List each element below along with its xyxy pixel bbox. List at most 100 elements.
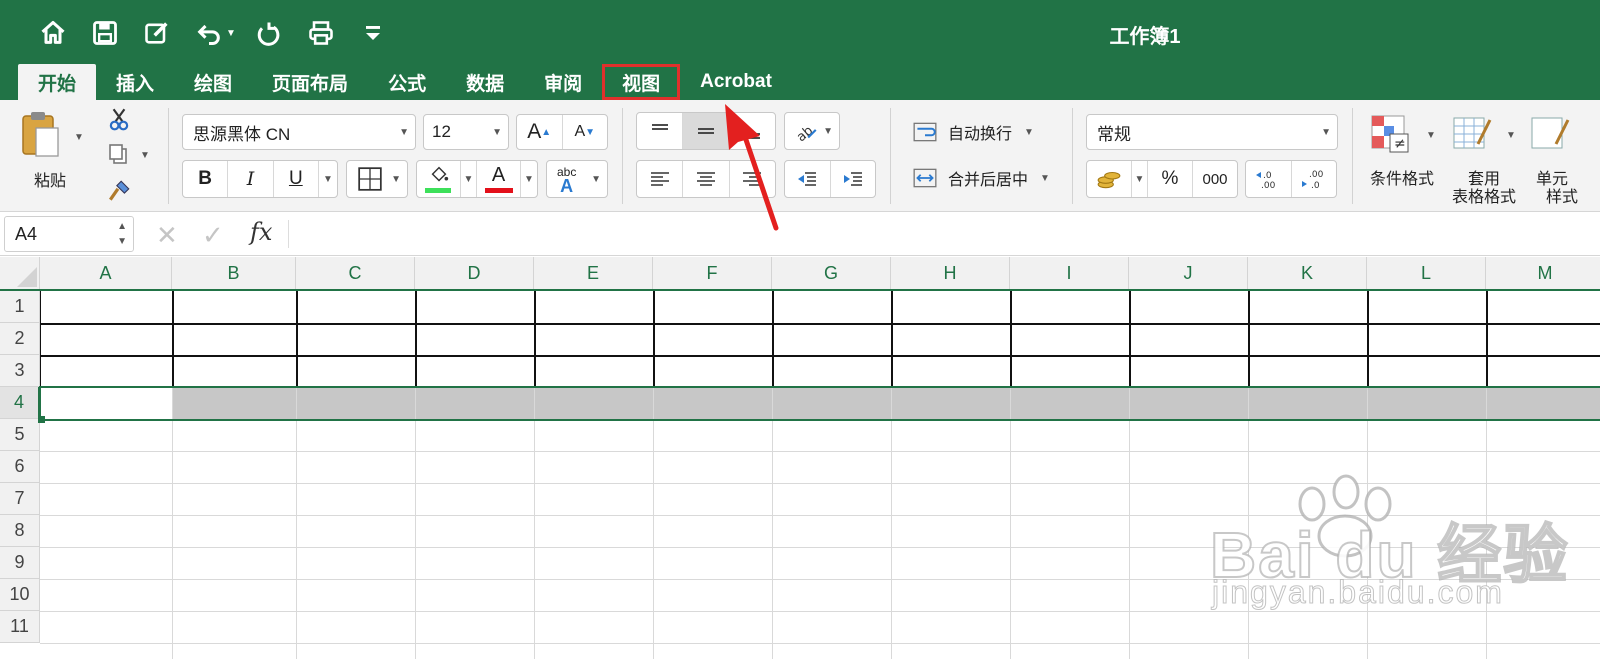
row-header-9[interactable]: 9 xyxy=(0,547,40,579)
row-header-10[interactable]: 10 xyxy=(0,579,40,611)
tab-acrobat[interactable]: Acrobat xyxy=(680,64,792,100)
tab-data[interactable]: 数据 xyxy=(446,64,524,100)
increase-decimal-button[interactable]: .0.00 xyxy=(1246,161,1292,197)
edit-icon[interactable] xyxy=(142,18,172,48)
column-header-d[interactable]: D xyxy=(415,257,534,289)
redo-icon[interactable] xyxy=(254,18,284,48)
decrease-decimal-button[interactable]: .00.0 xyxy=(1292,161,1337,197)
format-as-table-button[interactable]: ▼ 套用 表格格式 xyxy=(1446,110,1522,210)
column-header-g[interactable]: G xyxy=(772,257,891,289)
undo-icon[interactable] xyxy=(194,18,224,48)
decrease-font-size-button[interactable]: A ▼ xyxy=(563,115,608,149)
format-painter-icon[interactable] xyxy=(106,178,132,204)
cell-styles-button[interactable]: 单元 样式 xyxy=(1528,110,1600,210)
column-header-f[interactable]: F xyxy=(653,257,772,289)
align-center-button[interactable] xyxy=(683,161,730,197)
align-left-button[interactable] xyxy=(637,161,684,197)
tab-home[interactable]: 开始 xyxy=(18,64,97,100)
column-header-a[interactable]: A xyxy=(40,257,172,289)
font-size-select[interactable]: 12 ▼ xyxy=(423,114,509,150)
align-bottom-button[interactable] xyxy=(730,113,775,149)
accounting-format-button[interactable] xyxy=(1087,161,1132,197)
paste-label: 粘贴 xyxy=(33,173,66,190)
fill-color-button[interactable] xyxy=(417,161,461,197)
row-header-8[interactable]: 8 xyxy=(0,515,40,547)
bold-button[interactable]: B xyxy=(183,161,229,197)
cut-icon[interactable] xyxy=(106,106,132,132)
fill-handle[interactable] xyxy=(38,416,45,423)
column-header-i[interactable]: I xyxy=(1010,257,1129,289)
font-name-select[interactable]: 思源黑体 CN ▼ xyxy=(182,114,416,150)
tab-insert[interactable]: 插入 xyxy=(96,64,174,100)
cancel-icon[interactable]: ✕ xyxy=(156,220,178,251)
wrap-text-button[interactable]: 自动换行 ▼ xyxy=(910,118,1034,146)
column-header-m[interactable]: M xyxy=(1486,257,1600,289)
print-icon[interactable] xyxy=(306,18,336,48)
tab-review[interactable]: 审阅 xyxy=(524,64,602,100)
chevron-down-icon: ▼ xyxy=(399,126,409,138)
percent-style-button[interactable]: % xyxy=(1148,161,1193,197)
phonetic-button[interactable]: abc A ▼ xyxy=(546,160,608,198)
font-color-dropdown-icon[interactable]: ▼ xyxy=(521,161,537,197)
tab-draw[interactable]: 绘图 xyxy=(174,64,252,100)
row-header-11[interactable]: 11 xyxy=(0,611,40,643)
paste-button[interactable]: ▼ 粘贴 xyxy=(18,110,88,194)
column-header-k[interactable]: K xyxy=(1248,257,1367,289)
accounting-dropdown-icon[interactable]: ▼ xyxy=(1132,161,1148,197)
decrease-indent-icon xyxy=(798,172,817,186)
orientation-button[interactable]: ab ▼ xyxy=(784,112,840,150)
row-header-2[interactable]: 2 xyxy=(0,323,40,355)
insert-function-button[interactable]: fx xyxy=(250,218,272,246)
undo-dropdown-icon[interactable]: ▼ xyxy=(226,28,236,39)
increase-decimal-icon: .0.00 xyxy=(1256,171,1276,191)
underline-dropdown-icon[interactable]: ▼ xyxy=(319,161,337,197)
align-top-button[interactable] xyxy=(637,113,684,149)
column-header-j[interactable]: J xyxy=(1129,257,1248,289)
home-icon[interactable] xyxy=(38,18,68,48)
borders-button[interactable]: ▼ xyxy=(346,160,408,198)
increase-indent-button[interactable] xyxy=(831,161,876,197)
row-header-5[interactable]: 5 xyxy=(0,419,40,451)
merge-center-button[interactable]: 合并后居中 ▼ xyxy=(910,164,1050,192)
row-header-4[interactable]: 4 xyxy=(0,387,40,419)
font-color-swatch xyxy=(485,188,513,193)
font-color-button[interactable]: A xyxy=(477,161,521,197)
row-header-6[interactable]: 6 xyxy=(0,451,40,483)
row-header-7[interactable]: 7 xyxy=(0,483,40,515)
italic-button[interactable]: I xyxy=(228,161,274,197)
row-header-1[interactable]: 1 xyxy=(0,291,40,323)
ribbon-tabs: 开始 插入 绘图 页面布局 公式 数据 审阅 视图 Acrobat xyxy=(18,64,792,100)
column-header-e[interactable]: E xyxy=(534,257,653,289)
align-middle-button[interactable] xyxy=(683,113,730,149)
fill-color-dropdown-icon[interactable]: ▼ xyxy=(461,161,477,197)
increase-font-size-button[interactable]: A ▲ xyxy=(517,115,563,149)
name-box-stepper-icon[interactable]: ▲ ▼ xyxy=(117,219,127,249)
align-right-button[interactable] xyxy=(730,161,775,197)
decrease-indent-button[interactable] xyxy=(785,161,831,197)
ribbon: ▼ 粘贴 ▼ 思源黑体 CN ▼ 12 ▼ A ▲ A ▼ B I U ▼ ▼ ▼ xyxy=(0,100,1600,212)
letter-a-icon: A xyxy=(527,120,542,143)
column-header-h[interactable]: H xyxy=(891,257,1010,289)
underline-button[interactable]: U xyxy=(274,161,319,197)
row-header-3[interactable]: 3 xyxy=(0,355,40,387)
name-box[interactable]: A4 ▲ ▼ xyxy=(4,216,134,252)
save-icon[interactable] xyxy=(90,18,120,48)
document-title: 工作簿1 xyxy=(1109,26,1181,48)
enter-check-icon[interactable]: ✓ xyxy=(202,220,224,251)
number-format-select[interactable]: 常规 ▼ xyxy=(1086,114,1338,150)
cell-border xyxy=(1367,291,1369,387)
column-header-l[interactable]: L xyxy=(1367,257,1486,289)
tab-view[interactable]: 视图 xyxy=(602,64,681,100)
customize-icon[interactable] xyxy=(358,18,388,48)
formula-input[interactable] xyxy=(296,216,1596,252)
copy-dropdown-icon[interactable]: ▼ xyxy=(140,150,150,161)
select-all-button[interactable] xyxy=(0,257,40,289)
column-header-c[interactable]: C xyxy=(296,257,415,289)
conditional-formatting-button[interactable]: ≠ ▼ 条件格式 xyxy=(1364,110,1440,202)
comma-style-button[interactable]: 000 xyxy=(1193,161,1237,197)
tab-formulas[interactable]: 公式 xyxy=(368,64,446,100)
paste-dropdown-icon[interactable]: ▼ xyxy=(74,132,84,143)
copy-icon[interactable] xyxy=(106,142,130,166)
tab-page-layout[interactable]: 页面布局 xyxy=(252,64,368,100)
column-header-b[interactable]: B xyxy=(172,257,296,289)
